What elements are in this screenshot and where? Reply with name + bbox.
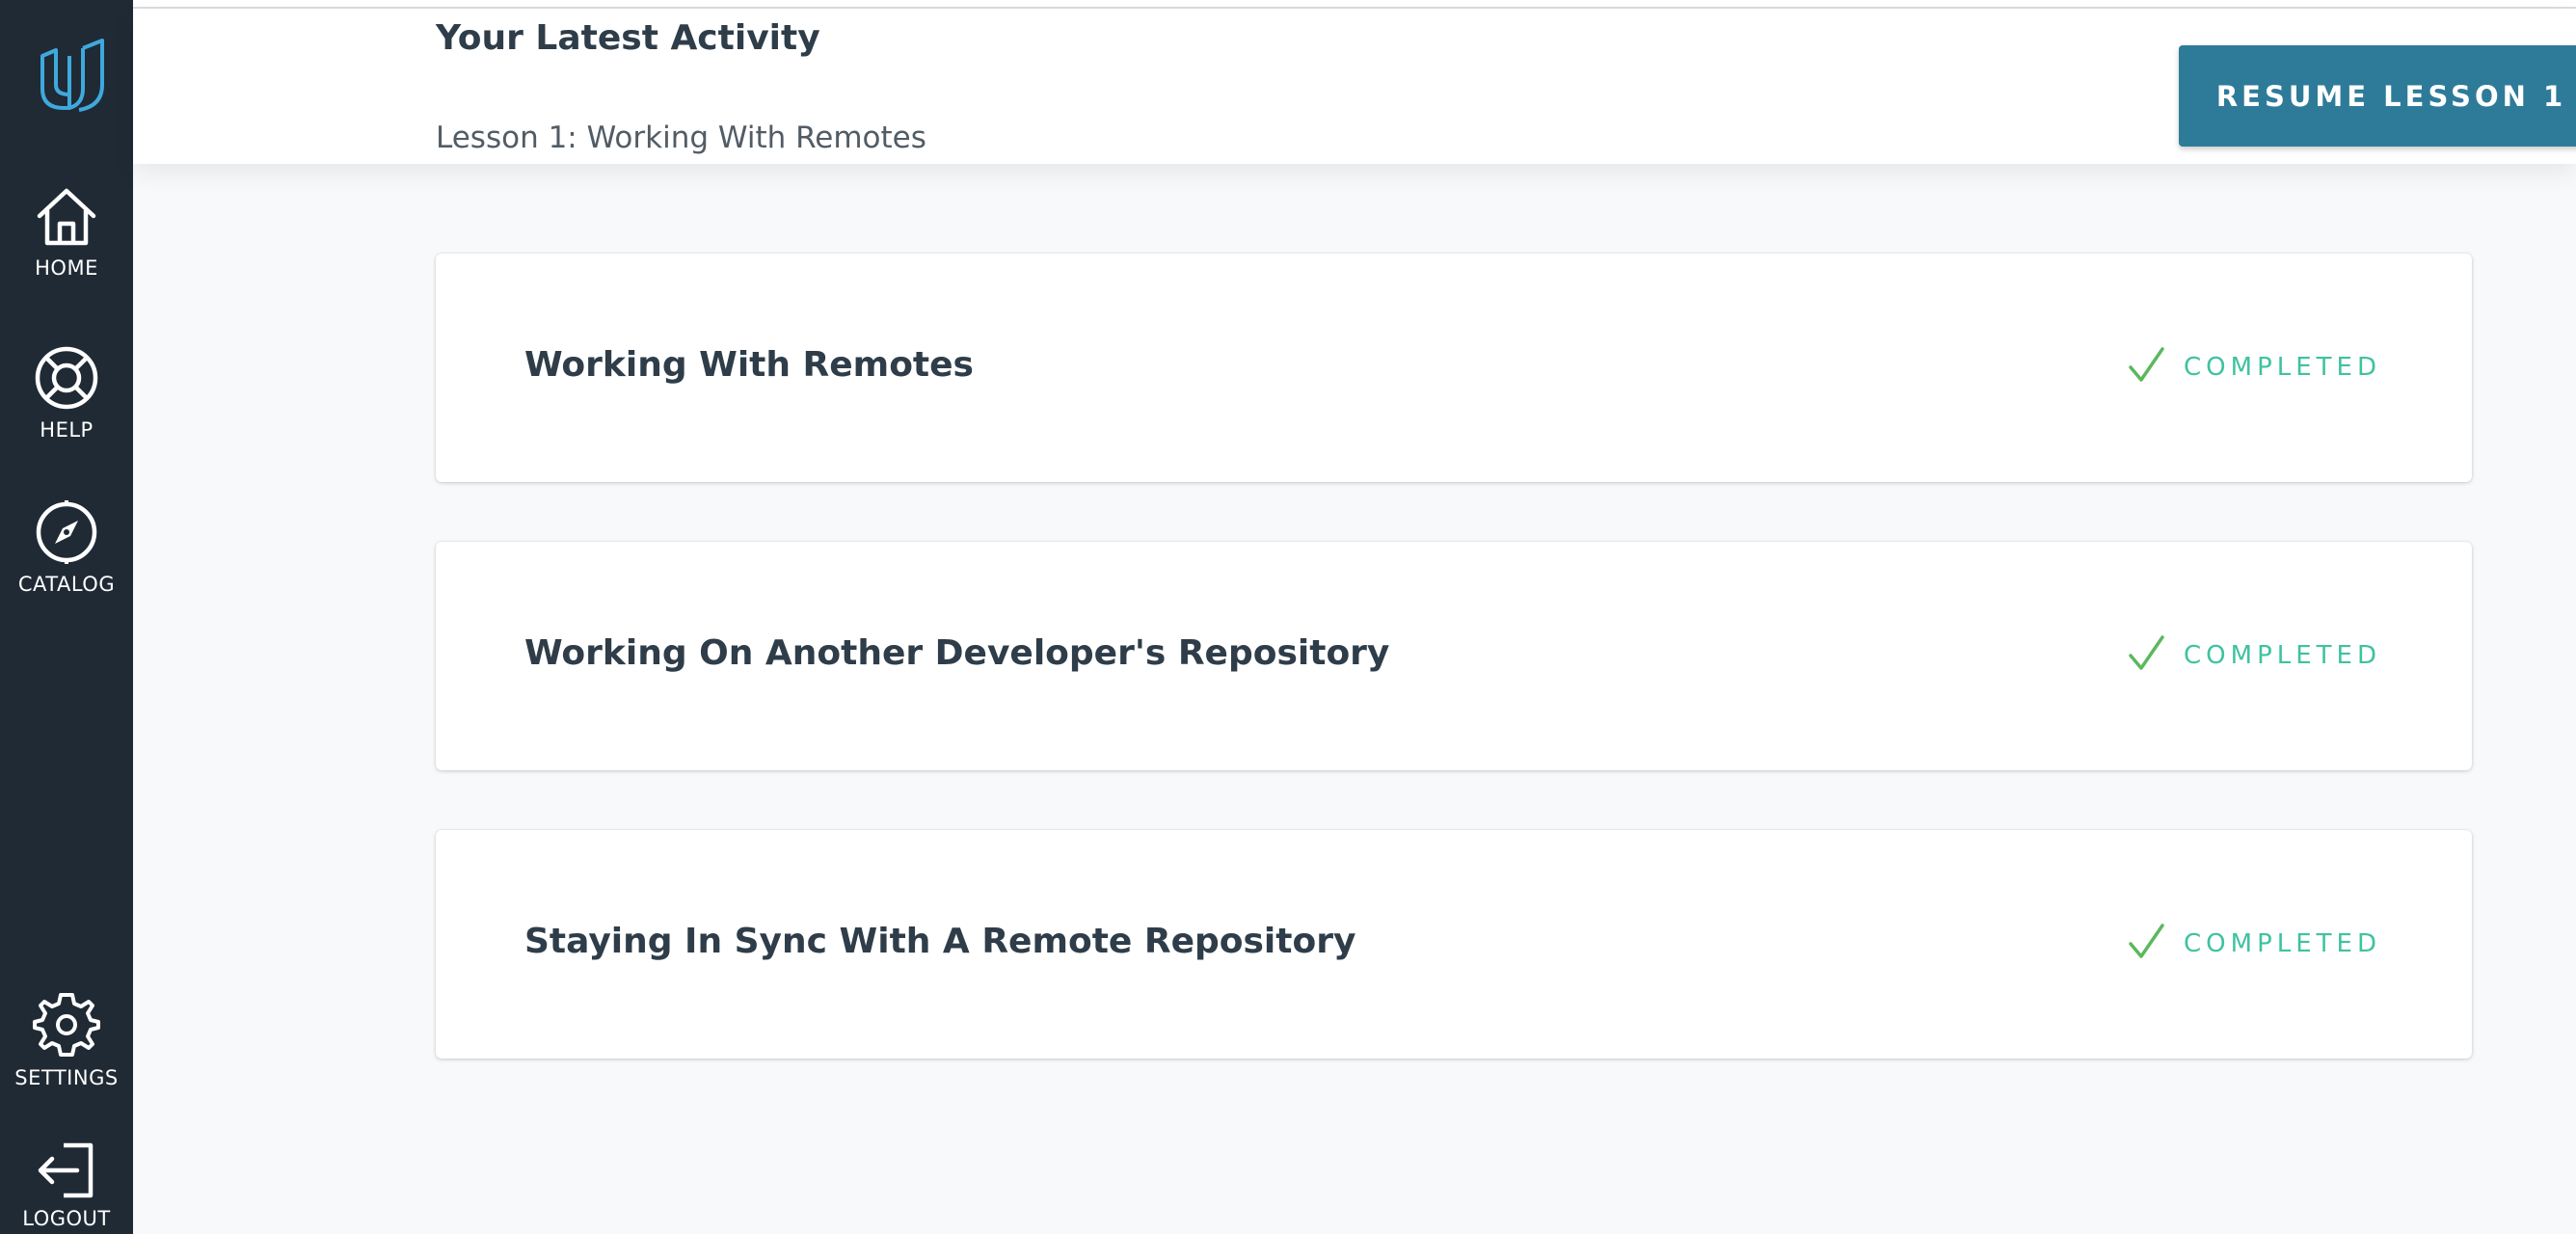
sidebar-item-label: HELP xyxy=(40,418,94,442)
checkmark-icon xyxy=(2128,634,2184,677)
sidebar-item-settings[interactable]: SETTINGS xyxy=(0,991,133,1089)
home-icon xyxy=(0,185,133,249)
logout-icon xyxy=(0,1141,133,1199)
status-badge: COMPLETED xyxy=(2128,634,2381,677)
latest-activity-header: Your Latest Activity Lesson 1: Working W… xyxy=(133,9,2576,164)
status-text: COMPLETED xyxy=(2184,641,2381,670)
status-badge: COMPLETED xyxy=(2128,923,2381,965)
compass-icon xyxy=(0,499,133,565)
checkmark-icon xyxy=(2128,346,2184,389)
sidebar-item-help[interactable]: HELP xyxy=(0,345,133,442)
sidebar-item-label: CATALOG xyxy=(17,573,116,596)
help-icon xyxy=(0,345,133,411)
concept-title: Working With Remotes xyxy=(524,345,974,385)
concept-card[interactable]: Staying In Sync With A Remote Repository… xyxy=(436,830,2472,1059)
sidebar-item-logout[interactable]: LOGOUT xyxy=(0,1141,133,1230)
sidebar: HOME HELP CATALOG SETTINGS LOGOUT xyxy=(0,0,133,1234)
sidebar-item-catalog[interactable]: CATALOG xyxy=(0,499,133,596)
concept-list: Working With Remotes COMPLETED Working O… xyxy=(436,254,2472,1118)
sidebar-item-label: SETTINGS xyxy=(14,1066,119,1089)
sidebar-item-label: LOGOUT xyxy=(22,1207,111,1230)
sidebar-item-label: HOME xyxy=(35,256,98,280)
status-text: COMPLETED xyxy=(2184,929,2381,958)
concept-card[interactable]: Working On Another Developer's Repositor… xyxy=(436,542,2472,770)
current-lesson-label: Lesson 1: Working With Remotes xyxy=(436,121,926,155)
udacity-logo[interactable] xyxy=(35,39,112,116)
status-badge: COMPLETED xyxy=(2128,346,2381,389)
page-title: Your Latest Activity xyxy=(436,18,820,58)
concept-title: Working On Another Developer's Repositor… xyxy=(524,633,1390,673)
gear-icon xyxy=(0,991,133,1059)
top-divider xyxy=(133,0,2576,9)
concept-card[interactable]: Working With Remotes COMPLETED xyxy=(436,254,2472,482)
concept-title: Staying In Sync With A Remote Repository xyxy=(524,922,1356,961)
resume-lesson-button[interactable]: RESUME LESSON 1 xyxy=(2179,45,2576,147)
sidebar-item-home[interactable]: HOME xyxy=(0,185,133,280)
checkmark-icon xyxy=(2128,923,2184,965)
status-text: COMPLETED xyxy=(2184,353,2381,382)
